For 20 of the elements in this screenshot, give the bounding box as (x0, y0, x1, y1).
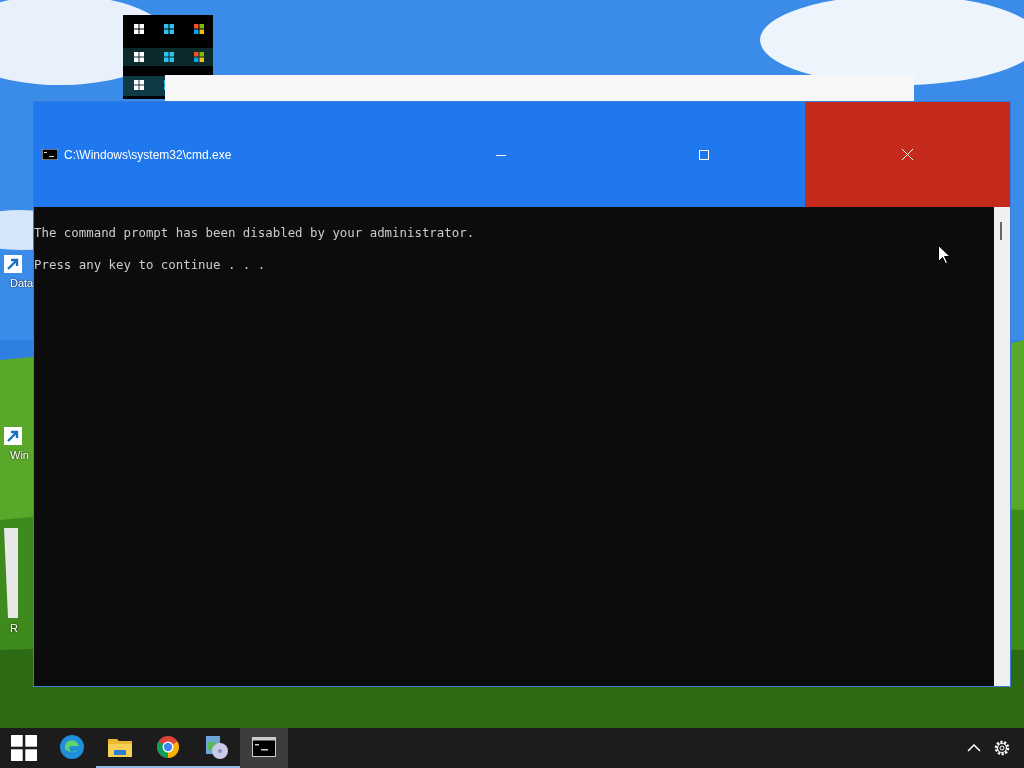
scrollbar[interactable] (994, 207, 1010, 686)
console-icon (42, 149, 58, 160)
icon-label: Data (9, 277, 34, 289)
icon-label: R (9, 622, 18, 634)
browser-icon (59, 734, 85, 760)
icon-label: Win (9, 449, 29, 461)
window-title: C:\Windows\system32\cmd.exe (64, 147, 232, 162)
folder-icon (107, 736, 133, 758)
shortcut-arrow-icon (4, 255, 22, 273)
close-icon (902, 149, 913, 160)
chrome-icon (156, 735, 180, 759)
disc-icon (203, 734, 229, 760)
console-line: Press any key to continue . . . (34, 256, 267, 274)
console-line: The command prompt has been disabled by your administrator. (34, 224, 476, 242)
console-icon (252, 737, 276, 757)
cursor-icon (938, 245, 950, 264)
windows-logo-icon (11, 735, 37, 761)
shortcut-arrow-icon (4, 427, 22, 445)
taskbar-app[interactable] (240, 728, 288, 768)
maximize-icon (698, 149, 709, 160)
